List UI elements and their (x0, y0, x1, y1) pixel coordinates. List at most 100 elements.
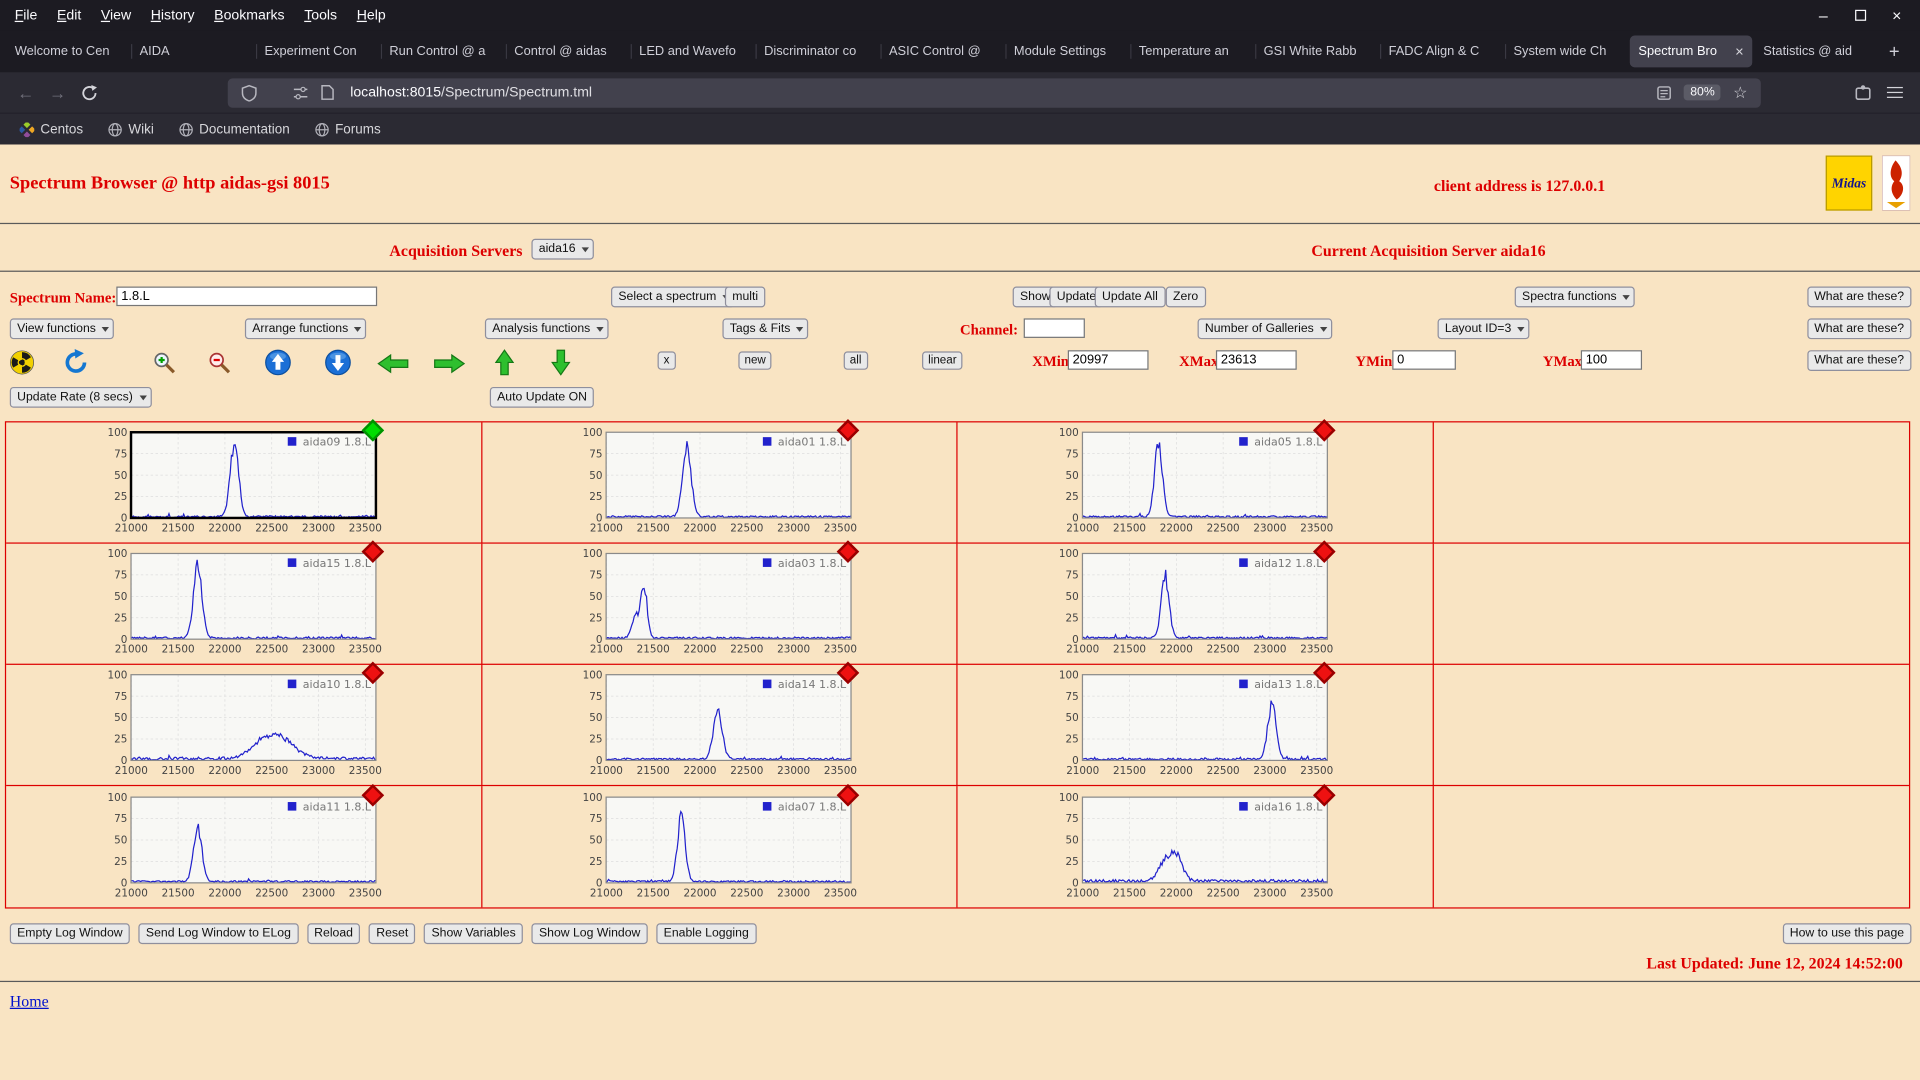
reset-button[interactable]: Reset (368, 923, 416, 945)
blue-up-arrow-icon[interactable] (264, 349, 291, 382)
all-button[interactable]: all (843, 351, 868, 370)
new-tab-button[interactable]: + (1878, 36, 1910, 68)
xmax-input[interactable] (1215, 350, 1297, 370)
number-of-galleries-select[interactable]: Number of Galleries (1197, 318, 1333, 340)
xmin-input[interactable] (1067, 350, 1149, 370)
page-info-icon[interactable] (321, 84, 334, 100)
x-button[interactable]: x (657, 351, 676, 370)
tab-aida[interactable]: AIDA (131, 36, 253, 68)
send-log-window-to-elog-button[interactable]: Send Log Window to ELog (138, 923, 299, 945)
bookmark-documentation[interactable]: Documentation (169, 119, 300, 139)
zoom-level-badge[interactable]: 80% (1684, 84, 1721, 101)
tab-gsi-white-rabb[interactable]: GSI White Rabb (1255, 36, 1377, 68)
bookmark-star-icon[interactable]: ☆ (1733, 83, 1747, 103)
gsi-logo[interactable] (1881, 154, 1911, 212)
tags-fits-select[interactable]: Tags & Fits (722, 318, 809, 340)
spectra-functions-select[interactable]: Spectra functions (1514, 286, 1636, 308)
refresh-spectrum-icon[interactable] (61, 348, 90, 384)
menu-bookmarks[interactable]: Bookmarks (204, 4, 294, 26)
tab-discriminator-co[interactable]: Discriminator co (755, 36, 878, 68)
update-all-button[interactable]: Update All (1094, 286, 1166, 308)
ymax-input[interactable] (1580, 350, 1643, 370)
tab-fadc-align-c[interactable]: FADC Align & C (1380, 36, 1502, 68)
how-to-use-button[interactable]: How to use this page (1782, 923, 1912, 945)
tab-system-wide-ch[interactable]: System wide Ch (1504, 36, 1627, 68)
zoom-in-icon[interactable] (152, 350, 176, 381)
new-button[interactable]: new (738, 351, 772, 370)
arrange-functions-select[interactable]: Arrange functions (244, 318, 367, 340)
tab-led-and-wavefo[interactable]: LED and Wavefo (630, 36, 753, 68)
shield-icon[interactable] (241, 84, 257, 102)
analysis-functions-select[interactable]: Analysis functions (484, 318, 609, 340)
auto-update-button[interactable]: Auto Update ON (489, 386, 595, 408)
show-log-window-button[interactable]: Show Log Window (531, 923, 648, 945)
channel-input[interactable] (1023, 318, 1085, 338)
spectrum-cell-aida01[interactable]: 0 25 50 75 100 21000 21500 22000 22500 23000 23500… (481, 419, 958, 544)
reload-icon[interactable] (73, 77, 105, 109)
spectrum-cell-aida05[interactable]: 0 25 50 75 100 21000 21500 22000 22500 23000 23500… (957, 419, 1434, 544)
what-are-these-button-1[interactable]: What are these? (1806, 286, 1912, 308)
spectrum-cell-aida11[interactable]: 0 25 50 75 100 21000 21500 22000 22500 23000 23500… (6, 783, 482, 908)
back-icon[interactable]: ← (10, 77, 42, 109)
menu-hamburger-icon[interactable] (1878, 77, 1910, 109)
close-tab-icon[interactable]: × (1735, 43, 1744, 60)
bookmark-forums[interactable]: Forums (304, 119, 390, 139)
radiation-icon[interactable] (10, 350, 35, 381)
spectrum-cell-aida13[interactable]: 0 25 50 75 100 21000 21500 22000 22500 23000 23500… (957, 661, 1434, 787)
menu-edit[interactable]: Edit (47, 4, 91, 26)
select-spectrum-select[interactable]: Select a spectrum (611, 286, 735, 308)
maximize-button[interactable] (1842, 0, 1879, 31)
layout-id-select[interactable]: Layout ID=3 (1437, 318, 1530, 340)
spectrum-cell-aida10[interactable]: 0 25 50 75 100 21000 21500 22000 22500 23000 23500… (6, 661, 482, 787)
spectrum-name-input[interactable] (116, 286, 378, 307)
minimize-button[interactable]: – (1805, 0, 1842, 31)
blue-down-arrow-icon[interactable] (324, 349, 351, 382)
spectrum-cell-aida14[interactable]: 0 25 50 75 100 21000 21500 22000 22500 23000 23500… (481, 661, 958, 787)
view-functions-select[interactable]: View functions (9, 318, 115, 340)
extensions-icon[interactable] (1847, 77, 1879, 109)
url-bar[interactable]: localhost:8015/Spectrum/Spectrum.tml 80%… (227, 77, 1761, 108)
close-window-button[interactable]: × (1878, 0, 1915, 31)
show-variables-button[interactable]: Show Variables (424, 923, 524, 945)
reader-mode-icon[interactable] (1657, 85, 1672, 100)
tab-statistics-aid[interactable]: Statistics @ aid (1755, 36, 1877, 68)
spectrum-cell-aida12[interactable]: 0 25 50 75 100 21000 21500 22000 22500 23000 23500… (957, 540, 1434, 665)
shift-down-icon[interactable] (551, 349, 571, 382)
bookmark-wiki[interactable]: Wiki (98, 119, 164, 139)
tab-module-settings[interactable]: Module Settings (1005, 36, 1127, 68)
menu-history[interactable]: History (141, 4, 204, 26)
spectrum-cell-aida09[interactable]: 0 25 50 75 100 21000 21500 22000 22500 23000 23500… (6, 419, 482, 544)
multi-button[interactable]: multi (724, 286, 766, 308)
linear-button[interactable]: linear (922, 351, 963, 370)
tab-spectrum-bro[interactable]: Spectrum Bro × (1629, 35, 1753, 68)
menu-view[interactable]: View (91, 4, 141, 26)
menu-file[interactable]: File (5, 4, 47, 26)
permissions-icon[interactable] (293, 85, 309, 100)
tab-run-control-a[interactable]: Run Control @ a (380, 36, 503, 68)
reload-button[interactable]: Reload (306, 923, 361, 945)
url-text[interactable]: localhost:8015/Spectrum/Spectrum.tml (350, 85, 1651, 100)
spectrum-cell-aida03[interactable]: 0 25 50 75 100 21000 21500 22000 22500 23000 23500… (481, 540, 958, 665)
spectrum-cell-aida15[interactable]: 0 25 50 75 100 21000 21500 22000 22500 23000 23500… (6, 540, 482, 665)
spectrum-cell-aida16[interactable]: 0 25 50 75 100 21000 21500 22000 22500 23000 23500… (958, 783, 1434, 908)
tab-temperature-an[interactable]: Temperature an (1130, 36, 1252, 68)
update-rate-select[interactable]: Update Rate (8 secs) (9, 386, 152, 408)
what-are-these-button-2[interactable]: What are these? (1806, 318, 1912, 340)
tab-welcome-to-cen[interactable]: Welcome to Cen (6, 36, 128, 68)
tab-experiment-con[interactable]: Experiment Con (255, 36, 378, 68)
forward-icon[interactable]: → (42, 77, 74, 109)
what-are-these-button-3[interactable]: What are these? (1806, 350, 1912, 372)
menu-help[interactable]: Help (347, 4, 396, 26)
acquisition-server-select[interactable]: aida16 (531, 238, 594, 260)
spectrum-cell-aida07[interactable]: 0 25 50 75 100 21000 21500 22000 22500 23000 23500… (482, 783, 958, 908)
zoom-out-icon[interactable] (207, 350, 231, 381)
bookmark-centos[interactable]: Centos (10, 119, 93, 139)
enable-logging-button[interactable]: Enable Logging (656, 923, 757, 945)
tab-control-aidas[interactable]: Control @ aidas (505, 36, 628, 68)
shift-up-icon[interactable] (494, 349, 515, 382)
empty-log-window-button[interactable]: Empty Log Window (9, 923, 130, 945)
menu-tools[interactable]: Tools (294, 4, 346, 26)
tab-asic-control[interactable]: ASIC Control @ (880, 36, 1002, 68)
zero-button[interactable]: Zero (1165, 286, 1206, 308)
shift-right-icon[interactable] (433, 353, 466, 380)
